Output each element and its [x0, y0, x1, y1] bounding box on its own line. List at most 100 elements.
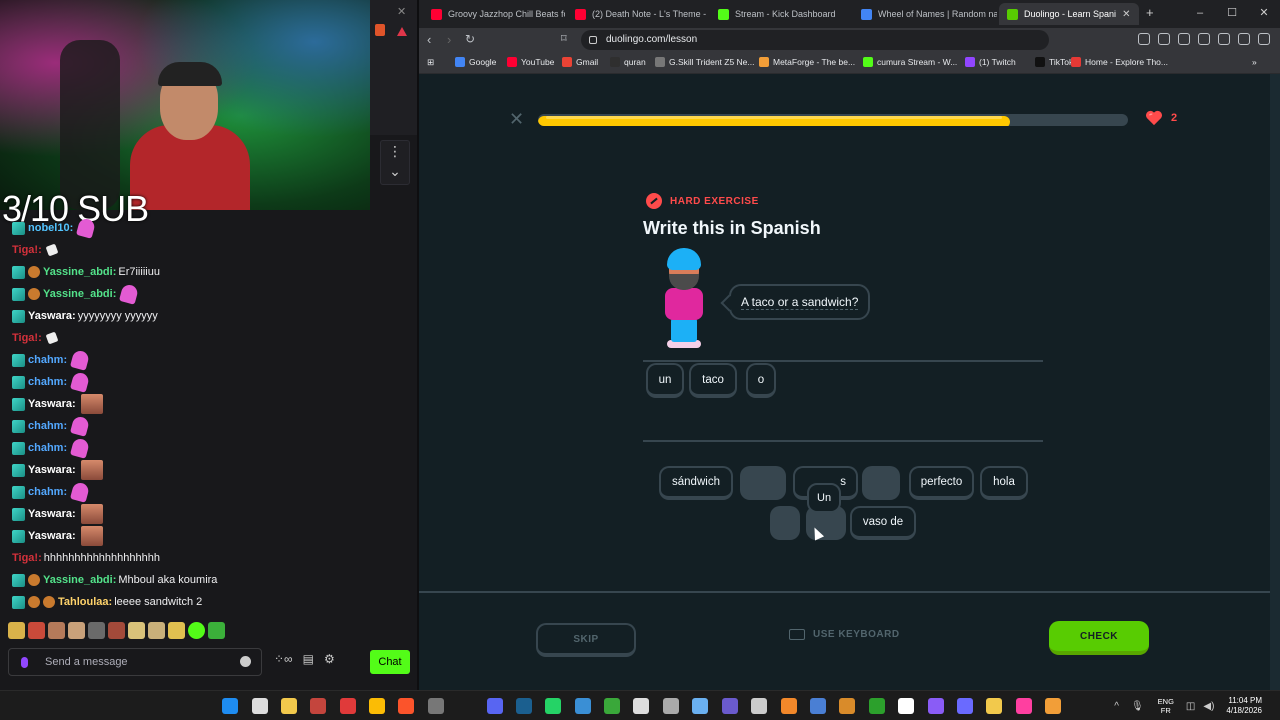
word-bank-chip[interactable]: vaso de: [850, 506, 916, 540]
emote-icon[interactable]: [128, 622, 145, 639]
chat-username[interactable]: Tiga!:: [12, 244, 42, 256]
page-scrollbar[interactable]: [1270, 74, 1280, 690]
chevron-up-icon[interactable]: ^: [1114, 701, 1119, 712]
close-tab-icon[interactable]: ✕: [1122, 9, 1130, 20]
chat-username[interactable]: Yaswara:: [28, 464, 76, 476]
app-icon[interactable]: [1045, 698, 1061, 714]
launcher-icon[interactable]: [722, 698, 738, 714]
bookmark-item[interactable]: quran: [610, 57, 646, 67]
vscode-icon[interactable]: [575, 698, 591, 714]
emote-icon[interactable]: [108, 622, 125, 639]
extension-icon[interactable]: [1218, 33, 1230, 45]
chat-username[interactable]: Yaswara:: [28, 310, 76, 322]
browser-tab[interactable]: Groovy Jazzhop Chill Beats for: [423, 3, 565, 25]
chat-username[interactable]: chahm:: [28, 442, 67, 454]
brave-icon[interactable]: [398, 698, 414, 714]
emote-icon[interactable]: [88, 622, 105, 639]
new-tab-icon[interactable]: +: [1146, 5, 1154, 20]
more-options-icon[interactable]: ⋮: [381, 141, 409, 161]
bookmark-item[interactable]: MetaForge - The be...: [759, 57, 855, 67]
more-bookmarks-icon[interactable]: »: [1252, 57, 1257, 67]
bookmark-item[interactable]: Gmail: [562, 57, 598, 67]
bookmark-icon[interactable]: ⌑: [561, 32, 567, 45]
chat-username[interactable]: Yassine_abdi:: [43, 266, 116, 278]
chat-username[interactable]: Yaswara:: [28, 530, 76, 542]
network-icon[interactable]: ◫: [1186, 701, 1195, 712]
answer-word-chip[interactable]: un: [646, 363, 684, 398]
word-bank-chip[interactable]: hola: [980, 466, 1028, 500]
volume-icon[interactable]: ◀): [1203, 701, 1214, 712]
chat-send-button[interactable]: Chat: [370, 650, 410, 674]
emote-icon[interactable]: [28, 622, 45, 639]
tool-icon[interactable]: [810, 698, 826, 714]
skip-button[interactable]: SKIP: [536, 623, 636, 657]
use-keyboard-button[interactable]: USE KEYBOARD: [789, 629, 900, 640]
alert-icon[interactable]: [397, 27, 407, 36]
minimize-icon[interactable]: –: [1184, 0, 1216, 28]
emoji-icon[interactable]: [240, 656, 251, 667]
bookmark-item[interactable]: TikTok: [1035, 57, 1073, 67]
chat-username[interactable]: Yaswara:: [28, 398, 76, 410]
emote-icon[interactable]: [188, 622, 205, 639]
chat-username[interactable]: Yassine_abdi:: [43, 288, 116, 300]
word-bank-chip[interactable]: sándwich: [659, 466, 733, 500]
browser-tab[interactable]: Stream - Kick Dashboard: [710, 3, 851, 25]
steam-icon[interactable]: [516, 698, 532, 714]
emote-icon[interactable]: [148, 622, 165, 639]
snipping-icon[interactable]: [310, 698, 326, 714]
chrome-icon[interactable]: [369, 698, 385, 714]
extension-icon[interactable]: [1178, 33, 1190, 45]
users-icon[interactable]: ⁘∞: [274, 652, 293, 666]
answer-word-chip[interactable]: taco: [689, 363, 737, 398]
emote-icon[interactable]: [168, 622, 185, 639]
store-icon[interactable]: [633, 698, 649, 714]
xbox-icon[interactable]: [604, 698, 620, 714]
emote-icon[interactable]: [208, 622, 225, 639]
close-icon[interactable]: ✕: [397, 5, 406, 18]
emote-icon[interactable]: [8, 622, 25, 639]
app-icon[interactable]: [928, 698, 944, 714]
extension-icon[interactable]: [1198, 33, 1210, 45]
app-icon[interactable]: [1016, 698, 1032, 714]
whatsapp-icon[interactable]: [545, 698, 561, 714]
capcut-icon[interactable]: [898, 698, 914, 714]
app-icon[interactable]: [986, 698, 1002, 714]
chat-username[interactable]: chahm:: [28, 486, 67, 498]
store-icon[interactable]: ▤: [303, 652, 314, 666]
emote-icon[interactable]: [48, 622, 65, 639]
copilot-icon[interactable]: [692, 698, 708, 714]
discord-icon[interactable]: [487, 698, 503, 714]
dragged-word-chip[interactable]: Un: [807, 483, 842, 513]
video-menu[interactable]: ⋮ ⌄: [380, 140, 410, 185]
answer-word-chip[interactable]: o: [746, 363, 776, 398]
microphone-tray-icon[interactable]: 🎙: [1131, 701, 1144, 712]
word-bank-chip[interactable]: perfecto: [909, 466, 974, 500]
search-icon[interactable]: [252, 698, 268, 714]
bookmark-item[interactable]: cumura Stream - W...: [863, 57, 957, 67]
browser-tab[interactable]: (2) Death Note - L's Theme - Vi: [567, 3, 708, 25]
chat-username[interactable]: Tahloulaa:: [58, 596, 112, 608]
app-icon[interactable]: [957, 698, 973, 714]
url-field[interactable]: duolingo.com/lesson: [581, 30, 1049, 50]
extension-icon[interactable]: [1138, 33, 1150, 45]
forward-icon[interactable]: ›: [447, 32, 451, 47]
bookmark-item[interactable]: Home - Explore Tho...: [1071, 57, 1168, 67]
chat-username[interactable]: chahm:: [28, 354, 67, 366]
reload-icon[interactable]: ↻: [465, 32, 475, 46]
chat-username[interactable]: nobel10:: [28, 222, 73, 234]
maximize-icon[interactable]: ☐: [1216, 0, 1248, 28]
game-icon[interactable]: [839, 698, 855, 714]
chat-username[interactable]: Yassine_abdi:: [43, 574, 116, 586]
brave-icon[interactable]: [375, 24, 385, 36]
bookmark-item[interactable]: YouTube: [507, 57, 554, 67]
prompt-text[interactable]: A taco or a sandwich?: [741, 295, 859, 310]
emote-icon[interactable]: [68, 622, 85, 639]
back-icon[interactable]: ‹: [427, 32, 431, 47]
obs-icon[interactable]: [428, 698, 444, 714]
language-indicator[interactable]: ENG FR: [1158, 697, 1174, 715]
speed-icon[interactable]: [663, 698, 679, 714]
menu-icon[interactable]: [1258, 33, 1270, 45]
microphone-icon[interactable]: [21, 657, 28, 668]
browser-tab[interactable]: Wheel of Names | Random nam: [853, 3, 997, 25]
chat-username[interactable]: Yaswara:: [28, 508, 76, 520]
